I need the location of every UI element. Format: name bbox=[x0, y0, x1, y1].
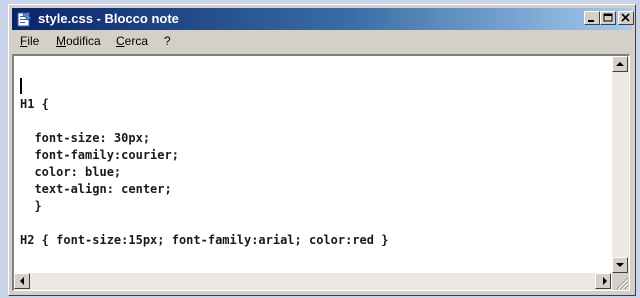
menu-help[interactable]: ? bbox=[164, 34, 171, 48]
notepad-icon bbox=[16, 11, 32, 27]
vertical-scrollbar[interactable] bbox=[612, 56, 629, 273]
close-button[interactable] bbox=[618, 11, 634, 25]
arrow-down-icon bbox=[616, 263, 624, 267]
text-caret bbox=[20, 78, 22, 94]
resize-grip-icon[interactable] bbox=[612, 273, 629, 290]
close-icon bbox=[621, 13, 630, 22]
menu-bar: File Modifica Cerca ? bbox=[12, 32, 632, 52]
text-editor[interactable]: H1 { font-size: 30px; font-family:courie… bbox=[12, 54, 630, 291]
editor-line: color: blue; bbox=[20, 165, 122, 179]
menu-modifica[interactable]: Modifica bbox=[56, 34, 101, 48]
editor-line: } bbox=[20, 199, 42, 213]
title-bar[interactable]: style.css - Blocco note bbox=[12, 8, 634, 30]
editor-line: text-align: center; bbox=[20, 182, 172, 196]
scroll-right-button[interactable] bbox=[595, 273, 611, 289]
horizontal-scrollbar[interactable] bbox=[14, 273, 611, 290]
menu-file[interactable]: File bbox=[20, 34, 39, 48]
editor-line: font-size: 30px; bbox=[20, 131, 151, 145]
arrow-up-icon bbox=[616, 62, 624, 66]
maximize-button[interactable] bbox=[600, 11, 616, 25]
editor-text[interactable]: H1 { font-size: 30px; font-family:courie… bbox=[20, 62, 606, 266]
arrow-right-icon bbox=[603, 277, 607, 285]
editor-line: H1 { bbox=[20, 97, 49, 111]
minimize-button[interactable] bbox=[584, 11, 600, 25]
editor-line: font-family:courier; bbox=[20, 148, 179, 162]
editor-line: H2 { font-size:15px; font-family:arial; … bbox=[20, 233, 389, 247]
arrow-left-icon bbox=[20, 277, 24, 285]
scroll-down-button[interactable] bbox=[612, 257, 628, 273]
menu-cerca[interactable]: Cerca bbox=[116, 34, 148, 48]
scroll-up-button[interactable] bbox=[612, 56, 628, 72]
scroll-left-button[interactable] bbox=[14, 273, 30, 289]
notepad-window: style.css - Blocco note File Modifica Ce… bbox=[8, 4, 636, 296]
minimize-icon bbox=[588, 20, 594, 22]
window-title: style.css - Blocco note bbox=[38, 11, 179, 26]
maximize-icon bbox=[603, 13, 613, 22]
